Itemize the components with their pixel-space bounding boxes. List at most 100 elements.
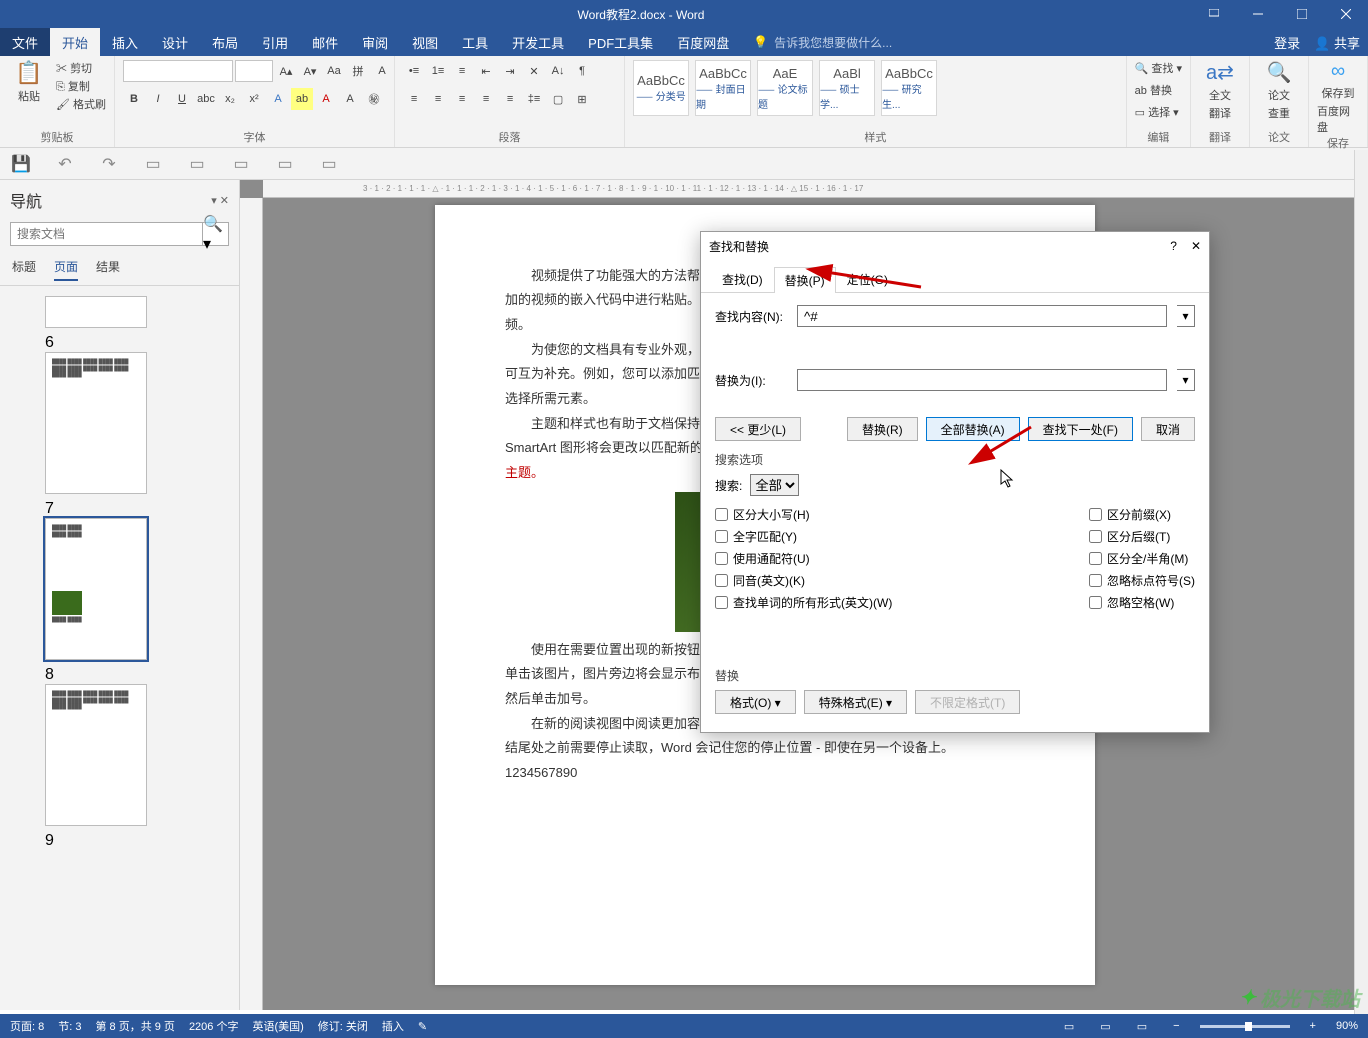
baidu-save-button[interactable]: ∞保存到百度网盘	[1317, 60, 1359, 135]
nav-search[interactable]: 🔍▾	[10, 222, 229, 246]
dlg-tab-replace[interactable]: 替换(P)	[774, 267, 836, 293]
subscript-icon[interactable]: x₂	[219, 88, 241, 110]
italic-icon[interactable]: I	[147, 88, 169, 110]
close-icon[interactable]	[1324, 0, 1368, 28]
search-icon[interactable]: 🔍▾	[202, 223, 228, 245]
indent-inc-icon[interactable]: ⇥	[499, 60, 521, 82]
style-item[interactable]: AaBbCc⸺ 分类号	[633, 60, 689, 116]
format-button[interactable]: 格式(O) ▾	[715, 690, 796, 714]
replace-dropdown-icon[interactable]: ▾	[1177, 369, 1195, 391]
borders-icon[interactable]: ⊞	[571, 88, 593, 110]
vertical-ruler[interactable]	[240, 198, 263, 1010]
tell-me[interactable]: 💡告诉我您想要做什么...	[741, 28, 892, 56]
underline-icon[interactable]: U	[171, 88, 193, 110]
vertical-scrollbar[interactable]	[1354, 150, 1368, 1014]
copy-button[interactable]: ⎘ 复制	[56, 78, 106, 94]
status-lang[interactable]: 英语(美国)	[252, 1018, 303, 1034]
nav-pin-icon[interactable]: ▾	[211, 195, 220, 207]
line-spacing-icon[interactable]: ‡≡	[523, 88, 545, 110]
dupcheck-button[interactable]: 🔍论文查重	[1258, 60, 1300, 121]
phonetic-icon[interactable]: 拼	[347, 60, 369, 82]
tab-home[interactable]: 开始	[50, 28, 100, 56]
redo-icon[interactable]: ↷	[98, 153, 120, 175]
tab-mail[interactable]: 邮件	[300, 28, 350, 56]
asian-layout-icon[interactable]: ✕	[523, 60, 545, 82]
maximize-icon[interactable]	[1280, 0, 1324, 28]
status-insert[interactable]: 插入	[382, 1018, 404, 1034]
bold-icon[interactable]: B	[123, 88, 145, 110]
font-size-combo[interactable]	[235, 60, 273, 82]
tab-developer[interactable]: 开发工具	[500, 28, 576, 56]
option-checkbox[interactable]: 区分全/半角(M)	[1089, 550, 1195, 567]
nav-tab-pages[interactable]: 页面	[54, 258, 78, 281]
status-section[interactable]: 节: 3	[58, 1018, 81, 1034]
nav-close-icon[interactable]: ✕	[220, 195, 229, 207]
change-case-icon[interactable]: Aa	[323, 60, 345, 82]
tab-tools[interactable]: 工具	[450, 28, 500, 56]
paste-button[interactable]: 📋 粘贴	[8, 60, 50, 104]
option-checkbox[interactable]: 使用通配符(U)	[715, 550, 892, 567]
style-item[interactable]: AaBbCc⸺ 研究生...	[881, 60, 937, 116]
dlg-tab-find[interactable]: 查找(D)	[711, 266, 774, 292]
superscript-icon[interactable]: x²	[243, 88, 265, 110]
status-page-of[interactable]: 第 8 页，共 9 页	[95, 1018, 174, 1034]
status-track[interactable]: 修订: 关闭	[318, 1018, 368, 1034]
char-shading-icon[interactable]: A	[339, 88, 361, 110]
horizontal-ruler[interactable]: 3 · 1 · 2 · 1 · 1 · 1 · △ · 1 · 1 · 1 · …	[263, 180, 1354, 198]
special-format-button[interactable]: 特殊格式(E) ▾	[804, 690, 907, 714]
find-input[interactable]	[797, 305, 1167, 327]
translate-button[interactable]: a⇄全文翻译	[1199, 60, 1241, 121]
nav-tab-headings[interactable]: 标题	[12, 258, 36, 281]
tab-layout[interactable]: 布局	[200, 28, 250, 56]
less-button[interactable]: << 更少(L)	[715, 417, 801, 441]
find-next-button[interactable]: 查找下一处(F)	[1028, 417, 1133, 441]
border-icon[interactable]: A	[371, 60, 393, 82]
replace-button[interactable]: ab 替换	[1135, 82, 1172, 98]
nav-tab-results[interactable]: 结果	[96, 258, 120, 281]
search-input[interactable]	[11, 223, 202, 245]
qat-icon-1[interactable]: ▭	[142, 153, 164, 175]
page-thumbnail[interactable]: ████ ████ ████ ████ ████ ████ ████ ████ …	[45, 684, 147, 826]
text-effect-icon[interactable]: A	[267, 88, 289, 110]
save-icon[interactable]: 💾	[10, 153, 32, 175]
tab-insert[interactable]: 插入	[100, 28, 150, 56]
format-painter-button[interactable]: 🖌 格式刷	[56, 96, 106, 112]
multilevel-icon[interactable]: ≡	[451, 60, 473, 82]
page-thumbnail[interactable]: ████ ████████ ████████ ████	[45, 518, 147, 660]
strike-icon[interactable]: abc	[195, 88, 217, 110]
enclose-icon[interactable]: ㊙	[363, 88, 385, 110]
tab-pdf[interactable]: PDF工具集	[576, 28, 665, 56]
view-web-icon[interactable]: ▭	[1131, 1020, 1153, 1033]
zoom-out-icon[interactable]: −	[1167, 1020, 1185, 1032]
option-checkbox[interactable]: 同音(英文)(K)	[715, 572, 892, 589]
qat-icon-3[interactable]: ▭	[230, 153, 252, 175]
dialog-help-icon[interactable]: ?	[1170, 239, 1177, 253]
undo-icon[interactable]: ↶	[54, 153, 76, 175]
bullets-icon[interactable]: •≡	[403, 60, 425, 82]
option-checkbox[interactable]: 区分前缀(X)	[1089, 506, 1195, 523]
align-left-icon[interactable]: ≡	[403, 88, 425, 110]
qat-icon-2[interactable]: ▭	[186, 153, 208, 175]
replace-one-button[interactable]: 替换(R)	[847, 417, 918, 441]
cancel-button[interactable]: 取消	[1141, 417, 1195, 441]
grow-font-icon[interactable]: A▴	[275, 60, 297, 82]
show-marks-icon[interactable]: ¶	[571, 60, 593, 82]
tab-file[interactable]: 文件	[0, 28, 50, 56]
highlight-icon[interactable]: ab	[291, 88, 313, 110]
status-page[interactable]: 页面: 8	[10, 1018, 44, 1034]
numbering-icon[interactable]: 1≡	[427, 60, 449, 82]
cut-button[interactable]: ✂ 剪切	[56, 60, 106, 76]
find-button[interactable]: 🔍 查找 ▾	[1135, 60, 1182, 76]
shrink-font-icon[interactable]: A▾	[299, 60, 321, 82]
search-scope-select[interactable]: 全部	[750, 474, 799, 496]
font-color-icon[interactable]: A	[315, 88, 337, 110]
tab-design[interactable]: 设计	[150, 28, 200, 56]
tab-references[interactable]: 引用	[250, 28, 300, 56]
replace-input[interactable]	[797, 369, 1167, 391]
style-item[interactable]: AaE⸺ 论文标题	[757, 60, 813, 116]
minimize-icon[interactable]	[1236, 0, 1280, 28]
zoom-slider[interactable]	[1200, 1025, 1290, 1028]
qat-icon-4[interactable]: ▭	[274, 153, 296, 175]
tab-review[interactable]: 审阅	[350, 28, 400, 56]
replace-all-button[interactable]: 全部替换(A)	[926, 417, 1020, 441]
